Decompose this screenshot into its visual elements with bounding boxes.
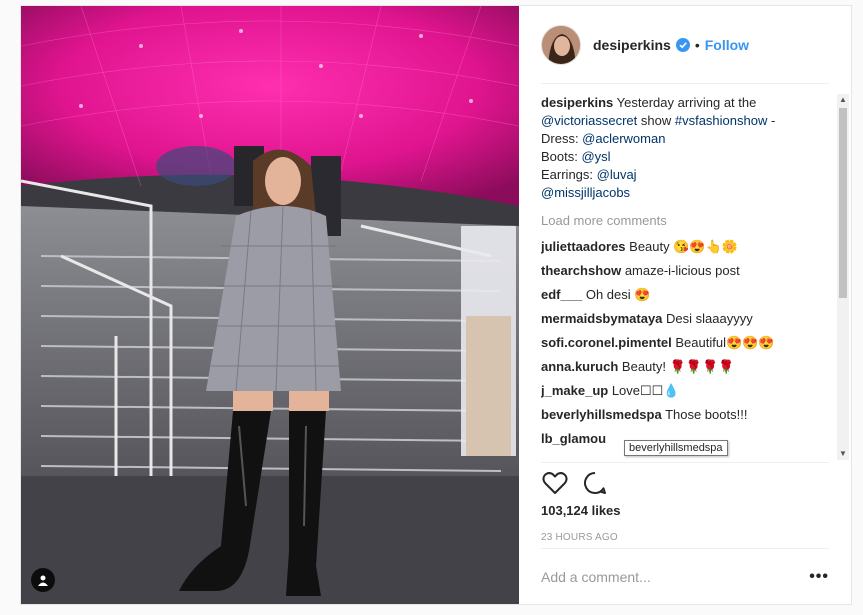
caption-mention-luvaj[interactable]: @luvaj [597, 167, 637, 182]
comment-text: Beauty! 🌹🌹🌹🌹 [621, 359, 735, 374]
comment-text: amaze-i-licious post [624, 263, 740, 278]
post-header: desiperkins • Follow [541, 6, 829, 84]
comment-username[interactable]: anna.kuruch [541, 359, 618, 374]
comment-username[interactable]: sofi.coronel.pimentel [541, 335, 672, 350]
verified-badge-icon [675, 37, 690, 52]
caption-boots-label: Boots: [541, 149, 582, 164]
heart-icon[interactable] [541, 469, 569, 497]
add-comment-bar: ••• [541, 548, 829, 604]
person-tag-icon[interactable] [31, 568, 55, 592]
post-actions: 103,124 likes 23 HOURS AGO [541, 462, 829, 543]
comment-username[interactable]: lb_glamou [541, 431, 606, 446]
post-timestamp[interactable]: 23 HOURS AGO [541, 532, 829, 543]
header-separator: • [694, 36, 700, 53]
caption: desiperkins Yesterday arriving at the @v… [541, 94, 795, 202]
comment-item: j_make_up Love☐☐💧 [541, 382, 833, 406]
caption-mention-victoriassecret[interactable]: @victoriassecret [541, 113, 637, 128]
caption-text: Yesterday arriving at the [613, 95, 757, 110]
avatar[interactable] [541, 24, 581, 65]
comment-text: Those boots!!! [665, 407, 748, 422]
comment-username[interactable]: juliettaadores [541, 239, 626, 254]
scroll-down-arrow-icon[interactable]: ▼ [837, 448, 849, 460]
comment-item: thearchshow amaze-i-licious post [541, 262, 833, 286]
post-card: desiperkins • Follow desiperkins Yesterd… [20, 5, 852, 605]
comment-username[interactable]: mermaidsbymataya [541, 311, 662, 326]
comment-text: Love☐☐💧 [611, 383, 680, 398]
comment-text: Oh desi 😍 [585, 287, 651, 302]
scrollbar-thumb[interactable] [839, 108, 847, 298]
follow-button[interactable]: Follow [705, 37, 749, 53]
caption-mention-aclerwoman[interactable]: @aclerwoman [582, 131, 665, 146]
comment-username[interactable]: edf___ [541, 287, 582, 302]
add-comment-input[interactable] [541, 568, 791, 585]
comment-item: edf___ Oh desi 😍 [541, 286, 833, 310]
comment-icon[interactable] [581, 469, 609, 497]
comment-item: anna.kuruch Beauty! 🌹🌹🌹🌹 [541, 358, 833, 382]
comment-text: Beauty 😘😍👆🌼 [629, 239, 738, 254]
caption-username[interactable]: desiperkins [541, 95, 613, 110]
comment-text: Desi slaaayyyy [666, 311, 753, 326]
comments-scrollbar[interactable]: ▲ ▼ [837, 94, 849, 460]
username-tooltip: beverlyhillsmedspa [624, 440, 728, 456]
more-options-icon[interactable]: ••• [809, 568, 829, 586]
load-more-comments-button[interactable]: Load more comments [541, 212, 833, 230]
scroll-up-arrow-icon[interactable]: ▲ [837, 94, 849, 106]
caption-mention-ysl[interactable]: @ysl [581, 149, 610, 164]
comment-username[interactable]: j_make_up [541, 383, 608, 398]
comment-item: mermaidsbymataya Desi slaaayyyy [541, 310, 833, 334]
caption-text: - [767, 113, 776, 128]
caption-earrings-label: Earrings: [541, 167, 597, 182]
likes-count[interactable]: 103,124 likes [541, 503, 829, 518]
caption-dress-label: Dress: [541, 131, 583, 146]
post-sidebar: desiperkins • Follow desiperkins Yesterd… [519, 6, 851, 604]
comment-item: juliettaadores Beauty 😘😍👆🌼 [541, 238, 833, 262]
photo-illustration [21, 6, 519, 604]
caption-text: show [637, 113, 675, 128]
comment-username[interactable]: thearchshow [541, 263, 621, 278]
comment-username[interactable]: beverlyhillsmedspa [541, 407, 662, 422]
comments-list[interactable]: desiperkins Yesterday arriving at the @v… [541, 94, 833, 460]
caption-hashtag-vsfashionshow[interactable]: #vsfashionshow [675, 113, 768, 128]
header-username[interactable]: desiperkins [593, 37, 671, 53]
post-photo[interactable] [21, 6, 519, 604]
caption-mention-missjilljacobs[interactable]: @missjilljacobs [541, 185, 630, 200]
comment-item: beverlyhillsmedspa Those boots!!! [541, 406, 833, 430]
comment-item: sofi.coronel.pimentel Beautiful😍😍😍 [541, 334, 833, 358]
comment-text: Beautiful😍😍😍 [675, 335, 775, 350]
